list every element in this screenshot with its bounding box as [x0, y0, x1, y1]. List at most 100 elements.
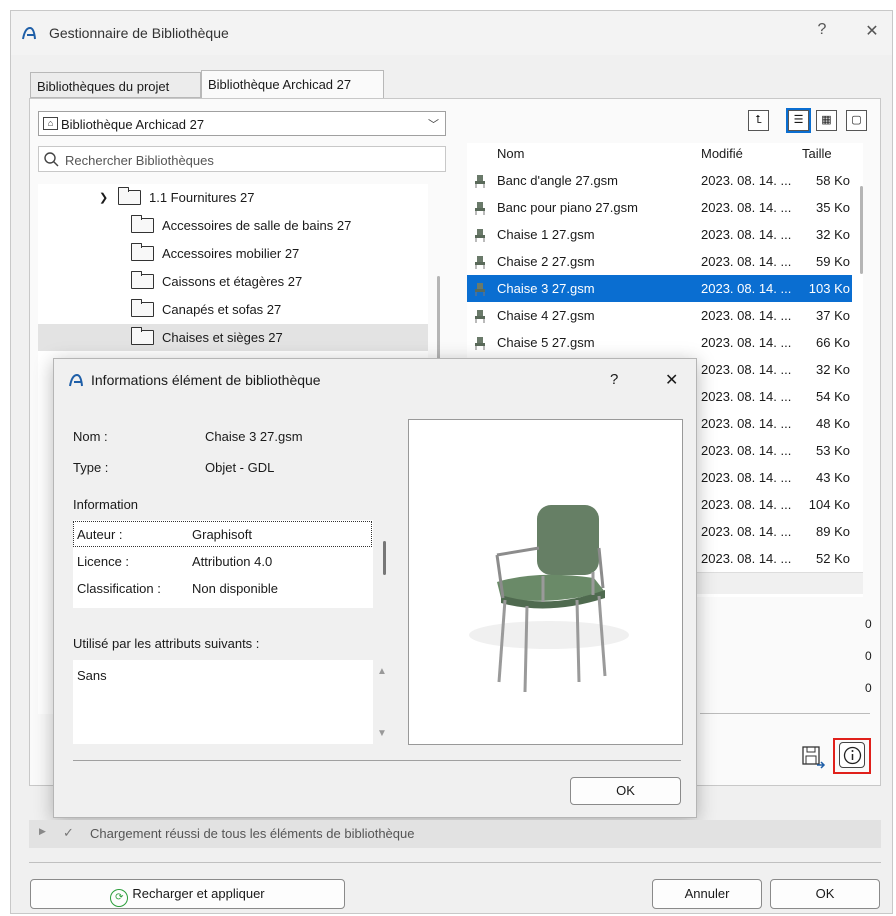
search-input[interactable]: Rechercher Bibliothèques [38, 146, 446, 172]
file-size: 35 Ko [816, 200, 850, 215]
file-modified: 2023. 08. 14. ... [701, 254, 792, 269]
tree-folder-fournitures[interactable]: ❯ 1.1 Fournitures 27 [38, 184, 428, 211]
info-dialog: Informations élément de bibliothèque ? ✕… [53, 358, 697, 818]
column-header-name[interactable]: Nom [497, 146, 524, 161]
search-placeholder: Rechercher Bibliothèques [65, 153, 214, 168]
file-size: 54 Ko [816, 389, 850, 404]
library-combo[interactable]: ⌂ Bibliothèque Archicad 27 ﹀ [38, 111, 446, 136]
file-modified: 2023. 08. 14. ... [701, 416, 792, 431]
dialog-title: Informations élément de bibliothèque [91, 372, 321, 388]
tree-item[interactable]: Caissons et étagères 27 [38, 268, 428, 295]
archicad-logo-icon [69, 373, 83, 387]
cancel-button[interactable]: Annuler [652, 879, 762, 909]
file-size: 66 Ko [816, 335, 850, 350]
file-list-scrollbar[interactable] [860, 186, 863, 274]
tree-scrollbar[interactable] [437, 276, 440, 368]
file-modified: 2023. 08. 14. ... [701, 497, 792, 512]
expand-arrow-icon[interactable]: ▶ [39, 826, 46, 837]
file-modified: 2023. 08. 14. ... [701, 524, 792, 539]
file-size: 58 Ko [816, 173, 850, 188]
used-by-list: Sans [73, 660, 373, 744]
status-bar: ▶ ✓ Chargement réussi de tous les élémen… [29, 820, 881, 848]
dialog-close-button[interactable]: ✕ [665, 370, 678, 390]
tree-item-label: Accessoires mobilier 27 [162, 246, 300, 261]
tree-item[interactable]: Accessoires mobilier 27 [38, 240, 428, 267]
folder-icon [118, 187, 141, 205]
file-modified: 2023. 08. 14. ... [701, 389, 792, 404]
scroll-up-icon[interactable]: ▲ [377, 666, 387, 677]
file-row[interactable]: Chaise 1 27.gsm 2023. 08. 14. ... 32 Ko [467, 221, 852, 248]
help-button[interactable]: ? [811, 21, 833, 39]
info-button[interactable] [839, 742, 865, 768]
file-size: 53 Ko [816, 443, 850, 458]
tree-item[interactable]: Accessoires de salle de bains 27 [38, 212, 428, 239]
tree-item-label: Canapés et sofas 27 [162, 302, 282, 317]
tab-archicad-library[interactable]: Bibliothèque Archicad 27 [201, 70, 384, 99]
reload-apply-button[interactable]: ⟳ Recharger et appliquer [30, 879, 345, 909]
file-size: 89 Ko [816, 524, 850, 539]
info-scrollbar[interactable] [383, 541, 386, 575]
file-modified: 2023. 08. 14. ... [701, 362, 792, 377]
used-by-label: Utilisé par les attributs suivants : [73, 636, 260, 651]
large-icon-view-button[interactable]: ▢ [846, 110, 867, 131]
chevron-down-icon: ﹀ [428, 119, 439, 131]
info-key: Licence : [77, 554, 130, 569]
grid-view-button[interactable]: ▦ [816, 110, 837, 131]
tree-item-label: Caissons et étagères 27 [162, 274, 303, 289]
save-icon[interactable] [800, 743, 826, 771]
column-header-modified[interactable]: Modifié [701, 146, 743, 161]
chevron-down-icon[interactable]: ❯ [99, 191, 108, 204]
divider [29, 862, 881, 863]
folder-icon [131, 327, 154, 345]
file-row[interactable]: Banc d'angle 27.gsm 2023. 08. 14. ... 58 K… [467, 167, 852, 194]
chair-icon [473, 255, 487, 269]
file-name: Banc pour piano 27.gsm [497, 200, 638, 215]
tree-item-selected[interactable]: Chaises et sièges 27 [38, 324, 428, 351]
folder-icon [131, 299, 154, 317]
tree-item-label: Chaises et sièges 27 [162, 330, 283, 345]
file-size: 32 Ko [816, 227, 850, 242]
parent-folder-button[interactable]: ⮤ [748, 110, 769, 131]
file-row[interactable]: Chaise 4 27.gsm 2023. 08. 14. ... 37 Ko [467, 302, 852, 329]
file-row[interactable]: Chaise 3 27.gsm 2023. 08. 14. ... 103 Ko [467, 275, 852, 302]
file-name: Banc d'angle 27.gsm [497, 173, 619, 188]
reload-label: Recharger et appliquer [132, 886, 265, 901]
file-size: 43 Ko [816, 470, 850, 485]
file-row[interactable]: Banc pour piano 27.gsm 2023. 08. 14. ... 3… [467, 194, 852, 221]
archicad-logo-icon [22, 26, 36, 40]
dialog-ok-button[interactable]: OK [570, 777, 681, 805]
name-value: Chaise 3 27.gsm [205, 429, 303, 444]
file-size: 37 Ko [816, 308, 850, 323]
tab-project-libraries[interactable]: Bibliothèques du projet [30, 72, 201, 98]
file-modified: 2023. 08. 14. ... [701, 173, 792, 188]
file-size: 103 Ko [808, 281, 850, 296]
file-name: Chaise 1 27.gsm [497, 227, 595, 242]
column-header-size[interactable]: Taille [802, 146, 832, 161]
file-row[interactable]: Chaise 2 27.gsm 2023. 08. 14. ... 59 Ko [467, 248, 852, 275]
chair-icon [473, 282, 487, 296]
tree-item-label: Accessoires de salle de bains 27 [162, 218, 352, 233]
list-view-button[interactable]: ☰ [786, 108, 811, 133]
used-by-value: Sans [77, 668, 107, 683]
folder-icon [131, 215, 154, 233]
check-icon: ✓ [63, 825, 74, 840]
reload-icon: ⟳ [110, 889, 129, 907]
chair-icon [473, 174, 487, 188]
info-value: Graphisoft [192, 527, 252, 542]
info-value: Non disponible [192, 581, 279, 596]
close-button[interactable]: ✕ [861, 21, 883, 41]
info-key: Classification : [77, 581, 161, 596]
window-title: Gestionnaire de Bibliothèque [49, 25, 229, 41]
name-label: Nom : [73, 429, 108, 444]
chair-icon [473, 201, 487, 215]
file-modified: 2023. 08. 14. ... [701, 551, 792, 566]
type-value: Objet - GDL [205, 460, 275, 475]
tree-item[interactable]: Canapés et sofas 27 [38, 296, 428, 323]
info-value: Attribution 4.0 [192, 554, 273, 569]
ok-button[interactable]: OK [770, 879, 880, 909]
chair-icon [473, 336, 487, 350]
dialog-help-button[interactable]: ? [610, 371, 618, 388]
file-row[interactable]: Chaise 5 27.gsm 2023. 08. 14. ... 66 Ko [467, 329, 852, 356]
library-combo-value: Bibliothèque Archicad 27 [61, 117, 205, 132]
scroll-down-icon[interactable]: ▼ [377, 728, 387, 739]
